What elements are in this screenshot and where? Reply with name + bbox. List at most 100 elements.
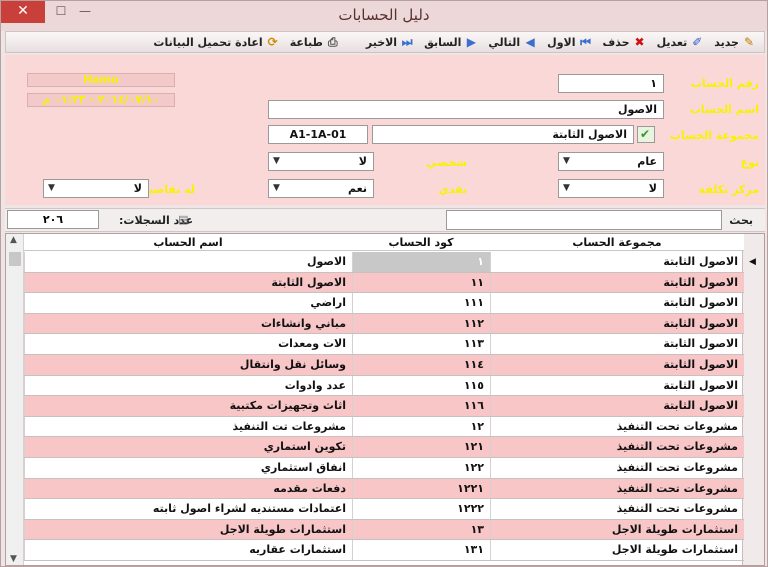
table-row[interactable]: الاصول الثابتة ١١ الاصول الثابتة xyxy=(24,272,744,294)
cell-name[interactable]: استثمارات عقاريه xyxy=(24,540,352,560)
cash-select[interactable]: ▼ نعم xyxy=(268,179,374,198)
account-code-field[interactable]: A1-1A-01 xyxy=(268,125,368,144)
cell-name[interactable]: دفعات مقدمه xyxy=(24,478,352,499)
account-name-field[interactable]: الاصول xyxy=(268,100,664,119)
table-row[interactable]: اعتمادات مستنديه لشراء اصول ثابته ١٢٢٢ مشر… xyxy=(24,499,744,520)
cell-code[interactable]: ١٢٢ xyxy=(352,458,490,478)
prev-button[interactable]: ▶ السابق xyxy=(424,35,478,49)
cell-code[interactable]: ١ xyxy=(352,252,490,272)
cell-name[interactable]: اثاث وتجهيزات مكتبية xyxy=(24,396,352,416)
scroll-down-icon[interactable]: ▼ xyxy=(10,554,17,564)
vertical-scrollbar[interactable]: ▲ ▼ xyxy=(6,234,24,565)
table-row[interactable]: مشروعات تت التنفيذ ١٢ مشروعات تحت التنفيذ xyxy=(24,416,744,438)
next-button[interactable]: ◀ التالي xyxy=(488,35,537,49)
table-row[interactable]: تكوين استماري ١٢١ مشروعات تحت التنفيذ xyxy=(24,437,744,458)
last-button[interactable]: ⏭ الاخير xyxy=(366,35,414,49)
cell-name[interactable]: تكوين استماري xyxy=(24,437,352,457)
cell-code[interactable]: ١٢١ xyxy=(352,437,490,457)
table-row[interactable]: دفعات مقدمه ١٢٢١ مشروعات تحت التنفيذ xyxy=(24,478,744,500)
cell-name[interactable]: وسائل نقل وانتقال xyxy=(24,355,352,375)
chevron-down-icon: ▼ xyxy=(273,183,280,193)
table-row[interactable]: الات ومعدات ١١٣ الاصول الثابتة xyxy=(24,334,744,355)
personal-select[interactable]: ▼ لا xyxy=(268,152,374,171)
cell-group[interactable]: الاصول الثابتة xyxy=(490,252,744,272)
cell-name[interactable]: الاصول xyxy=(24,252,352,272)
cost-center-select[interactable]: ▼ لا xyxy=(558,179,664,198)
cell-code[interactable]: ١٢٢٢ xyxy=(352,499,490,519)
scroll-thumb[interactable] xyxy=(9,252,21,266)
account-group-field[interactable]: الاصول الثابتة xyxy=(372,125,634,144)
cell-code[interactable]: ١٣ xyxy=(352,519,490,540)
type-select[interactable]: ▼ عام xyxy=(558,152,664,171)
cell-group[interactable]: الاصول الثابتة xyxy=(490,396,744,416)
search-input[interactable] xyxy=(446,210,722,230)
cell-group[interactable]: مشروعات تحت التنفيذ xyxy=(490,458,744,478)
cell-name[interactable]: اراضي xyxy=(24,293,352,313)
cell-name[interactable]: عدد وادوات xyxy=(24,375,352,396)
cell-group[interactable]: مشروعات تحت التنفيذ xyxy=(490,416,744,437)
cell-group[interactable]: الاصول الثابتة xyxy=(490,272,744,293)
cell-name[interactable]: مباني وانشاءات xyxy=(24,313,352,334)
cell-group[interactable]: مشروعات تحت التنفيذ xyxy=(490,499,744,519)
table-row[interactable]: استثمارات طويلة الاجل ١٣ استثمارات طويلة ا… xyxy=(24,519,744,541)
cell-group[interactable]: الاصول الثابتة xyxy=(490,313,744,334)
cell-group[interactable]: الاصول الثابتة xyxy=(490,375,744,396)
cell-name[interactable]: اعتمادات مستنديه لشراء اصول ثابته xyxy=(24,499,352,519)
new-button[interactable]: ✎ جديد xyxy=(714,35,756,49)
print-button[interactable]: ⎙ طباعة xyxy=(290,35,340,49)
col-header-code[interactable]: كود الحساب xyxy=(352,234,490,251)
accounts-window: ✕ ☐ — دليل الحسابات ✎ جديد ✐ تعديل ✖ حذف… xyxy=(0,0,768,567)
cell-name[interactable]: الات ومعدات xyxy=(24,334,352,354)
title-bar: ✕ ☐ — دليل الحسابات xyxy=(1,1,767,31)
pencil-new-icon: ✎ xyxy=(743,35,755,49)
cell-name[interactable]: الاصول الثابتة xyxy=(24,272,352,293)
cell-group[interactable]: الاصول الثابتة xyxy=(490,355,744,375)
cell-code[interactable]: ١١٢ xyxy=(352,313,490,334)
reload-button[interactable]: ⟳ اعادة تحميل البيانات xyxy=(153,35,279,49)
cell-code[interactable]: ١٢٢١ xyxy=(352,478,490,499)
cell-group[interactable]: استثمارات طويلة الاجل xyxy=(490,519,744,540)
cell-code[interactable]: ١٢ xyxy=(352,416,490,437)
first-button[interactable]: ⏮ الاول xyxy=(547,35,592,49)
last-record-icon: ⏭ xyxy=(401,35,413,49)
records-count: ٢٠٦ xyxy=(7,210,99,229)
col-header-group[interactable]: مجموعة الحساب xyxy=(490,234,744,251)
account-group-picker-button[interactable]: ✔ xyxy=(637,126,655,143)
cell-name[interactable]: انفاق استثماري xyxy=(24,458,352,478)
table-row[interactable]: وسائل نقل وانتقال ١١٤ الاصول الثابتة xyxy=(24,355,744,376)
cell-code[interactable]: ١١٣ xyxy=(352,334,490,354)
has-details-select[interactable]: ▼ لا xyxy=(43,179,149,198)
scroll-up-icon[interactable]: ▲ xyxy=(10,235,17,245)
delete-button[interactable]: ✖ حذف xyxy=(603,35,647,49)
table-row[interactable]: الاصول ١ الاصول الثابتة xyxy=(24,252,744,273)
table-row[interactable]: اراضي ١١١ الاصول الثابتة xyxy=(24,293,744,314)
cell-code[interactable]: ١١١ xyxy=(352,293,490,313)
cell-group[interactable]: استثمارات طويلة الاجل xyxy=(490,540,744,560)
table-row[interactable]: انفاق استثماري ١٢٢ مشروعات تحت التنفيذ xyxy=(24,458,744,479)
cell-code[interactable]: ١١٤ xyxy=(352,355,490,375)
account-group-label: مجموعة الحساب xyxy=(669,129,759,142)
cell-group[interactable]: مشروعات تحت التنفيذ xyxy=(490,437,744,457)
cell-code[interactable]: ١١٦ xyxy=(352,396,490,416)
cell-group[interactable]: الاصول الثابتة xyxy=(490,293,744,313)
type-label: نوع xyxy=(740,156,759,169)
table-row[interactable]: استثمارات عقاريه ١٣١ استثمارات طويلة الاجل xyxy=(24,540,744,561)
table-row[interactable]: عدد وادوات ١١٥ الاصول الثابتة xyxy=(24,375,744,397)
cash-value: نعم xyxy=(348,182,367,195)
search-bar: بحث عدد السجلات: ▤ ٢٠٦ xyxy=(5,208,765,232)
cell-code[interactable]: ١١ xyxy=(352,272,490,293)
table-row[interactable]: اثاث وتجهيزات مكتبية ١١٦ الاصول الثابتة xyxy=(24,396,744,417)
col-header-name[interactable]: اسم الحساب xyxy=(24,234,352,251)
account-number-field[interactable]: ١ xyxy=(558,74,664,93)
edit-button[interactable]: ✐ تعديل xyxy=(657,35,705,49)
cell-code[interactable]: ١١٥ xyxy=(352,375,490,396)
cell-code[interactable]: ١٣١ xyxy=(352,540,490,560)
cell-group[interactable]: الاصول الثابتة xyxy=(490,334,744,354)
cell-name[interactable]: استثمارات طويلة الاجل xyxy=(24,519,352,540)
edit-icon: ✐ xyxy=(692,35,703,49)
cell-group[interactable]: مشروعات تحت التنفيذ xyxy=(490,478,744,499)
chevron-down-icon: ▼ xyxy=(563,183,570,193)
table-row[interactable]: مباني وانشاءات ١١٢ الاصول الثابتة xyxy=(24,313,744,335)
personal-label: شخصي xyxy=(426,156,467,169)
cell-name[interactable]: مشروعات تت التنفيذ xyxy=(24,416,352,437)
